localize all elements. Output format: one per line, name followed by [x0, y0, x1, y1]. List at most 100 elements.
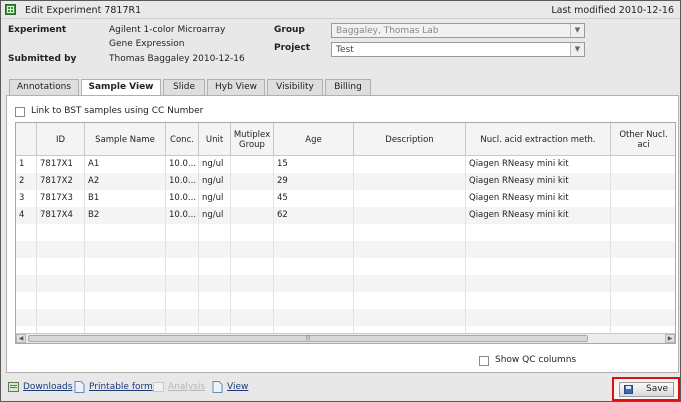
- downloads-link[interactable]: Downloads: [23, 382, 72, 392]
- table-cell[interactable]: [611, 224, 675, 241]
- table-cell[interactable]: [274, 292, 354, 309]
- table-cell[interactable]: 10.0...: [166, 156, 199, 173]
- table-cell[interactable]: [354, 207, 466, 224]
- table-cell[interactable]: 7817X3: [37, 190, 85, 207]
- table-cell[interactable]: 3: [16, 190, 37, 207]
- table-cell[interactable]: [166, 258, 199, 275]
- table-cell[interactable]: ng/ul: [199, 156, 231, 173]
- table-cell[interactable]: [354, 241, 466, 258]
- table-cell[interactable]: [354, 275, 466, 292]
- scroll-left-icon[interactable]: ◀: [16, 334, 26, 343]
- table-cell[interactable]: [231, 258, 274, 275]
- table-cell[interactable]: B1: [85, 190, 166, 207]
- table-cell[interactable]: [466, 275, 611, 292]
- table-cell[interactable]: 45: [274, 190, 354, 207]
- table-cell[interactable]: [199, 241, 231, 258]
- scroll-right-icon[interactable]: ▶: [665, 334, 675, 343]
- table-cell[interactable]: [274, 309, 354, 326]
- tab-billing[interactable]: Billing: [325, 79, 371, 95]
- table-cell[interactable]: 62: [274, 207, 354, 224]
- table-cell[interactable]: [37, 292, 85, 309]
- table-cell[interactable]: [231, 156, 274, 173]
- table-cell[interactable]: [611, 241, 675, 258]
- show-qc-checkbox[interactable]: [479, 356, 489, 366]
- table-cell[interactable]: [231, 241, 274, 258]
- table-cell[interactable]: [611, 275, 675, 292]
- table-cell[interactable]: [231, 173, 274, 190]
- table-row[interactable]: 3 7817X3 B1 10.0... ng/ul 45 Qiagen RNeasy min…: [16, 190, 675, 207]
- table-cell[interactable]: [166, 241, 199, 258]
- table-row[interactable]: [16, 309, 675, 326]
- horizontal-scrollbar[interactable]: ◀ ||| ▶: [16, 333, 675, 343]
- table-cell[interactable]: [85, 292, 166, 309]
- tab-annotations[interactable]: Annotations: [9, 79, 79, 95]
- table-cell[interactable]: [611, 156, 675, 173]
- tab-sample-view[interactable]: Sample View: [81, 79, 161, 96]
- table-cell[interactable]: [231, 275, 274, 292]
- table-cell[interactable]: [85, 275, 166, 292]
- table-cell[interactable]: [611, 190, 675, 207]
- table-cell[interactable]: Qiagen RNeasy mini kit: [466, 156, 611, 173]
- table-cell[interactable]: 15: [274, 156, 354, 173]
- table-cell[interactable]: [231, 190, 274, 207]
- table-cell[interactable]: [274, 275, 354, 292]
- table-cell[interactable]: [85, 241, 166, 258]
- table-cell[interactable]: [199, 258, 231, 275]
- table-cell[interactable]: 4: [16, 207, 37, 224]
- table-cell[interactable]: ng/ul: [199, 190, 231, 207]
- table-row[interactable]: 4 7817X4 B2 10.0... ng/ul 62 Qiagen RNeasy min…: [16, 207, 675, 224]
- table-cell[interactable]: [37, 258, 85, 275]
- table-cell[interactable]: A2: [85, 173, 166, 190]
- link-bst-checkbox[interactable]: [15, 107, 25, 117]
- table-cell[interactable]: [199, 224, 231, 241]
- table-cell[interactable]: Qiagen RNeasy mini kit: [466, 207, 611, 224]
- table-cell[interactable]: 29: [274, 173, 354, 190]
- table-cell[interactable]: [85, 258, 166, 275]
- table-row[interactable]: [16, 241, 675, 258]
- column-header-id[interactable]: ID: [37, 123, 85, 156]
- column-header-conc[interactable]: Conc.: [166, 123, 199, 156]
- table-cell[interactable]: [166, 224, 199, 241]
- column-header-unit[interactable]: Unit: [199, 123, 231, 156]
- project-select[interactable]: Test ▼: [331, 42, 585, 57]
- table-cell[interactable]: [611, 207, 675, 224]
- table-cell[interactable]: Qiagen RNeasy mini kit: [466, 173, 611, 190]
- table-row[interactable]: [16, 258, 675, 275]
- tab-slide[interactable]: Slide: [163, 79, 205, 95]
- column-header-age[interactable]: Age: [274, 123, 354, 156]
- table-cell[interactable]: [274, 241, 354, 258]
- table-cell[interactable]: [231, 224, 274, 241]
- table-row[interactable]: 2 7817X2 A2 10.0... ng/ul 29 Qiagen RNeasy min…: [16, 173, 675, 190]
- table-cell[interactable]: 2: [16, 173, 37, 190]
- table-row[interactable]: 1 7817X1 A1 10.0... ng/ul 15 Qiagen RNeasy min…: [16, 156, 675, 173]
- column-header-index[interactable]: [16, 123, 37, 156]
- table-cell[interactable]: ng/ul: [199, 207, 231, 224]
- table-cell[interactable]: [466, 224, 611, 241]
- table-cell[interactable]: 7817X1: [37, 156, 85, 173]
- table-cell[interactable]: 7817X2: [37, 173, 85, 190]
- view-link[interactable]: View: [227, 382, 248, 392]
- table-cell[interactable]: [466, 292, 611, 309]
- table-cell[interactable]: [354, 190, 466, 207]
- table-cell[interactable]: [274, 258, 354, 275]
- table-cell[interactable]: [466, 309, 611, 326]
- table-cell[interactable]: B2: [85, 207, 166, 224]
- table-cell[interactable]: 7817X4: [37, 207, 85, 224]
- table-cell[interactable]: 10.0...: [166, 173, 199, 190]
- table-cell[interactable]: [231, 292, 274, 309]
- column-header-sample-name[interactable]: Sample Name: [85, 123, 166, 156]
- table-cell[interactable]: [611, 258, 675, 275]
- chevron-down-icon[interactable]: ▼: [570, 24, 584, 37]
- table-cell[interactable]: A1: [85, 156, 166, 173]
- column-header-extraction-method[interactable]: Nucl. acid extraction meth.: [466, 123, 611, 156]
- table-cell[interactable]: [611, 292, 675, 309]
- table-cell[interactable]: [274, 224, 354, 241]
- table-cell[interactable]: [199, 309, 231, 326]
- table-cell[interactable]: [354, 173, 466, 190]
- table-cell[interactable]: [37, 275, 85, 292]
- table-cell[interactable]: [37, 309, 85, 326]
- save-button[interactable]: Save: [619, 382, 674, 397]
- table-cell[interactable]: [199, 275, 231, 292]
- tab-hyb-view[interactable]: Hyb View: [207, 79, 265, 95]
- table-cell[interactable]: [16, 241, 37, 258]
